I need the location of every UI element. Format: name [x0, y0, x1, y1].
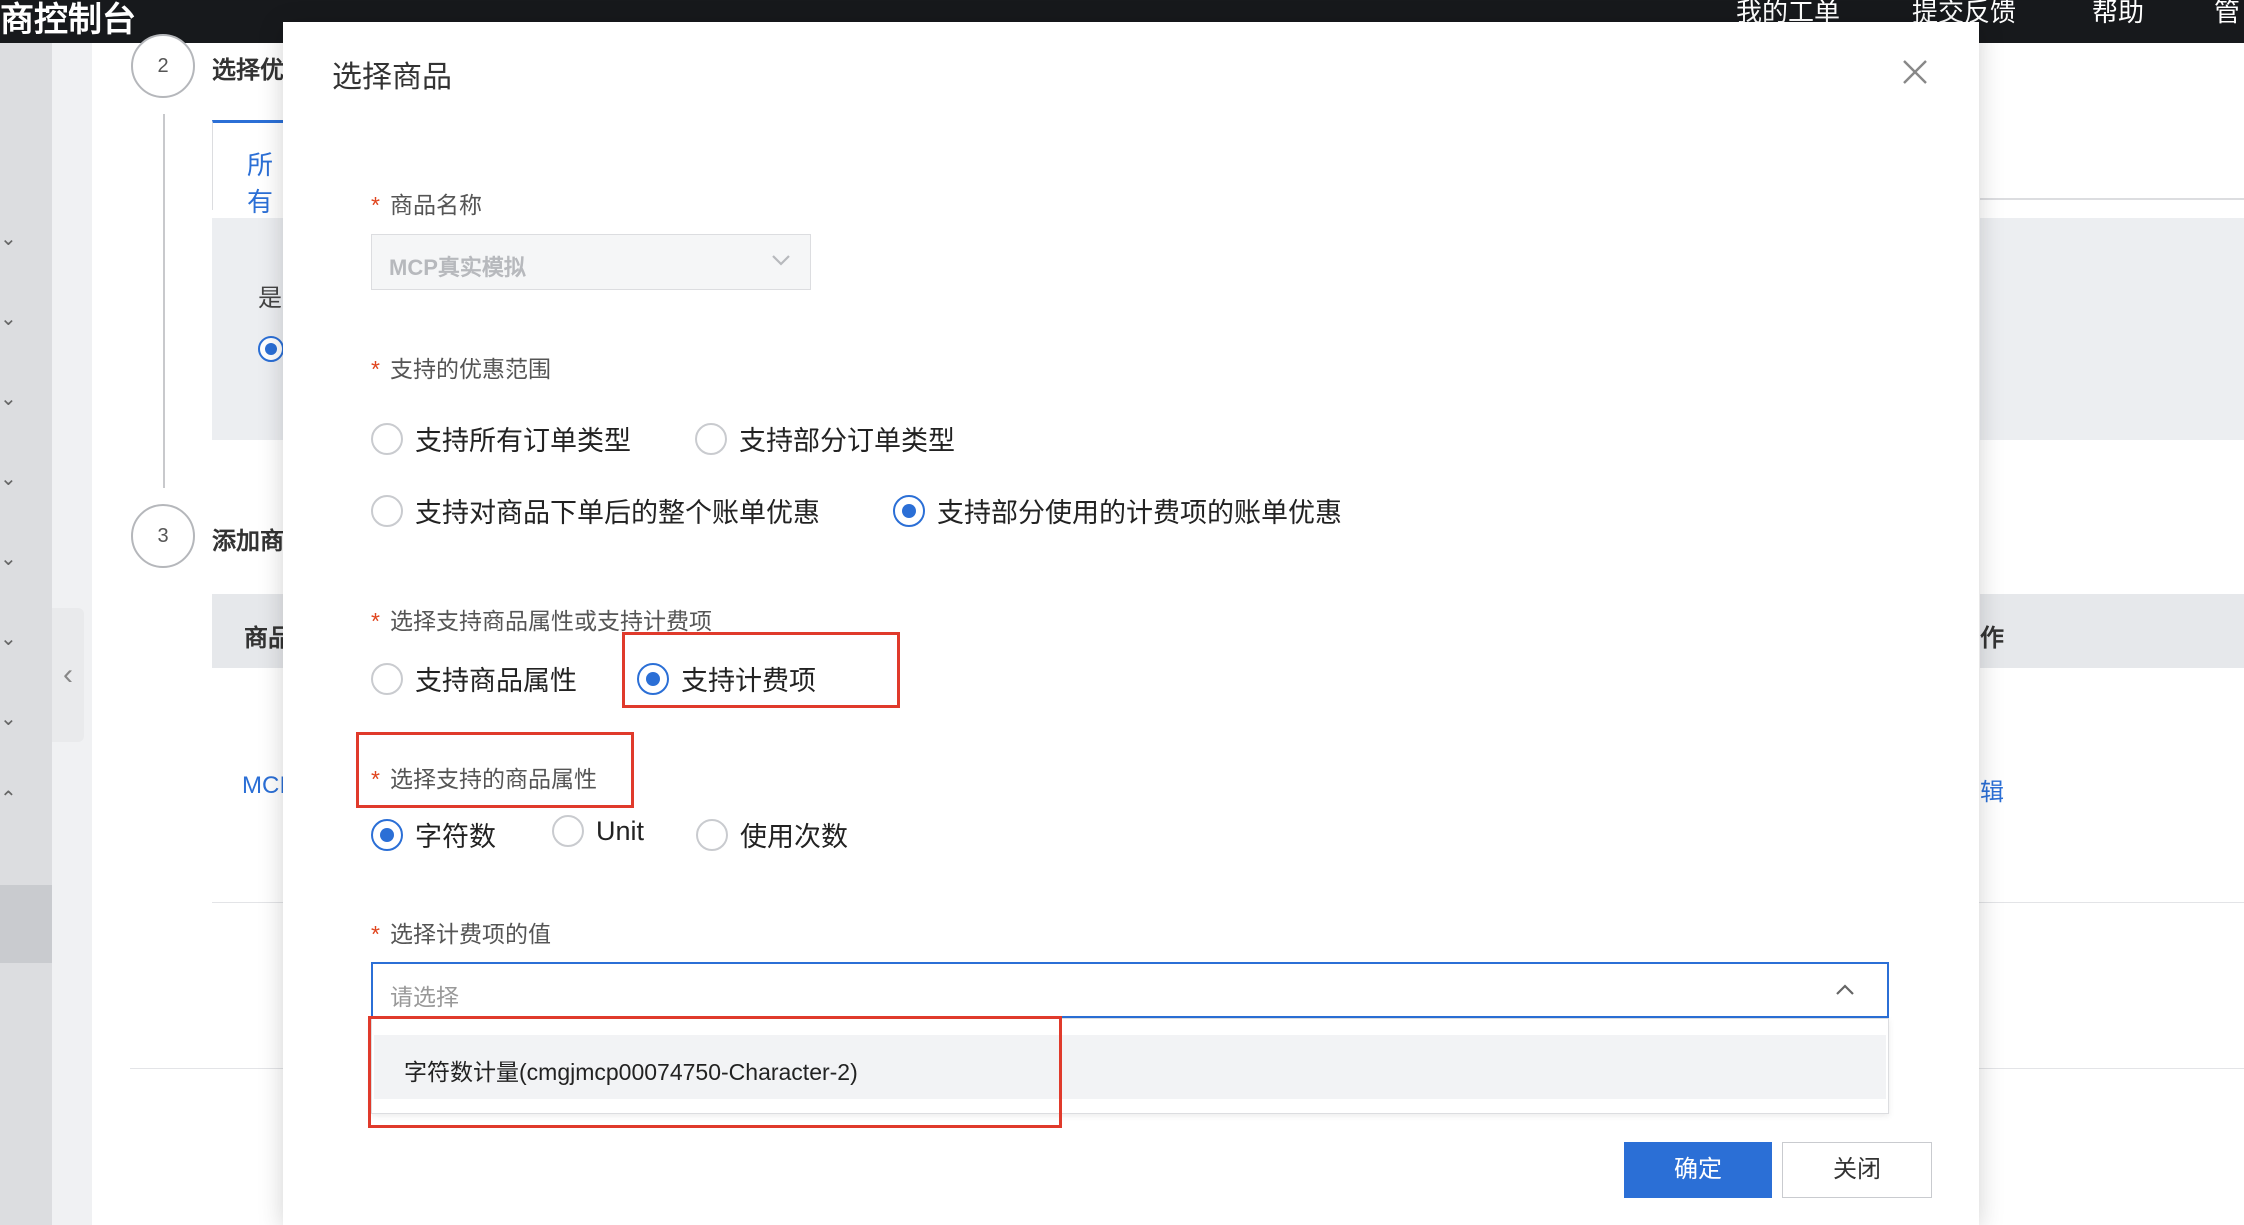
- background-radio[interactable]: [258, 336, 284, 362]
- radio-label: 使用次数: [740, 822, 848, 852]
- background-option-card: [1980, 218, 2244, 440]
- radio-circle[interactable]: [696, 818, 728, 851]
- tab-all[interactable]: 所有: [212, 120, 292, 217]
- divider: [1980, 198, 2244, 200]
- radio-attr-characters[interactable]: 字符数: [371, 815, 496, 854]
- radio-label: 字符数: [415, 822, 496, 852]
- billing-value-label: * 选择计费项的值: [371, 921, 551, 947]
- radio-label: 支持商品属性: [415, 666, 577, 696]
- step-title: 添加商: [212, 528, 284, 555]
- radio-all-order-types[interactable]: 支持所有订单类型: [371, 419, 631, 458]
- radio-circle[interactable]: [552, 815, 584, 847]
- radio-circle[interactable]: [371, 662, 403, 695]
- highlight-box: [356, 732, 634, 808]
- chevron-down-icon[interactable]: ⌄: [0, 629, 20, 649]
- billing-value-placeholder: 请选择: [390, 984, 459, 1010]
- radio-support-product-attr[interactable]: 支持商品属性: [371, 659, 577, 698]
- select-product-dialog: 选择商品 * 商品名称 MCP真实模拟 * 支持的优惠范围 支持所有订单类型 支持部…: [283, 22, 1979, 1225]
- sidebar-item-selected[interactable]: [0, 885, 52, 963]
- radio-whole-bill-discount[interactable]: 支持对商品下单后的整个账单优惠: [371, 491, 820, 530]
- radio-partial-billing-item-discount[interactable]: 支持部分使用的计费项的账单优惠: [893, 491, 1342, 530]
- step-circle: 3: [131, 504, 195, 568]
- chevron-down-icon[interactable]: ⌄: [0, 549, 20, 569]
- radio-circle[interactable]: [893, 494, 925, 527]
- chevron-down-icon[interactable]: ⌄: [0, 389, 20, 409]
- table-header-actions: 作: [1980, 594, 2244, 668]
- radio-attr-unit[interactable]: Unit: [552, 815, 644, 847]
- step-connector-line: [163, 114, 165, 488]
- radio-label: 支持部分订单类型: [739, 426, 955, 456]
- background-option-card: 是: [212, 218, 294, 440]
- highlight-box: [368, 1016, 1062, 1128]
- product-name-select: MCP真实模拟: [371, 234, 811, 290]
- step-title: 选择优: [212, 57, 284, 84]
- step-circle: 2: [131, 34, 195, 98]
- dialog-title: 选择商品: [332, 61, 452, 94]
- chevron-down-icon[interactable]: ⌄: [0, 469, 20, 489]
- table-row-product-link[interactable]: MCI: [242, 772, 286, 800]
- chevron-up-icon[interactable]: ⌃: [0, 789, 20, 809]
- background-question: 是: [258, 285, 282, 312]
- chevron-down-icon: [772, 255, 790, 266]
- required-mark: *: [371, 608, 380, 634]
- table-row-edit-link[interactable]: 辑: [1980, 772, 2004, 807]
- attr-or-billing-label: * 选择支持商品属性或支持计费项: [371, 608, 712, 634]
- billing-value-select[interactable]: 请选择: [371, 962, 1889, 1018]
- chevron-down-icon[interactable]: ⌄: [0, 229, 20, 249]
- radio-attr-usage-count[interactable]: 使用次数: [696, 815, 848, 854]
- product-name-label: * 商品名称: [371, 192, 482, 218]
- required-mark: *: [371, 192, 380, 218]
- required-mark: *: [371, 356, 380, 382]
- radio-circle[interactable]: [371, 422, 403, 455]
- chevron-up-icon[interactable]: [1833, 978, 1857, 1002]
- left-sidebar: ⌄ ⌄ ⌄ ⌄ ⌄ ⌄ ⌄ ⌃: [0, 43, 52, 1225]
- radio-partial-order-types[interactable]: 支持部分订单类型: [695, 419, 955, 458]
- product-name-value: MCP真实模拟: [389, 255, 526, 280]
- console-brand[interactable]: 商控制台: [0, 0, 136, 41]
- sidebar-collapse-handle[interactable]: ‹: [52, 608, 84, 742]
- radio-label: 支持所有订单类型: [415, 426, 631, 456]
- radio-circle[interactable]: [371, 494, 403, 527]
- radio-label: Unit: [596, 815, 645, 846]
- radio-circle[interactable]: [371, 818, 403, 851]
- nav-admin[interactable]: 管: [2214, 0, 2240, 29]
- close-icon[interactable]: [1898, 55, 1932, 89]
- radio-circle[interactable]: [695, 422, 727, 455]
- confirm-button[interactable]: 确定: [1624, 1142, 1772, 1198]
- nav-help[interactable]: 帮助: [2092, 0, 2144, 29]
- radio-label: 支持部分使用的计费项的账单优惠: [937, 498, 1342, 528]
- table-header-product: 商品: [212, 594, 294, 668]
- chevron-down-icon[interactable]: ⌄: [0, 309, 20, 329]
- highlight-box: [622, 632, 900, 708]
- close-button[interactable]: 关闭: [1782, 1142, 1932, 1198]
- chevron-down-icon[interactable]: ⌄: [0, 709, 20, 729]
- radio-label: 支持对商品下单后的整个账单优惠: [415, 498, 820, 528]
- discount-scope-label: * 支持的优惠范围: [371, 356, 551, 382]
- required-mark: *: [371, 921, 380, 947]
